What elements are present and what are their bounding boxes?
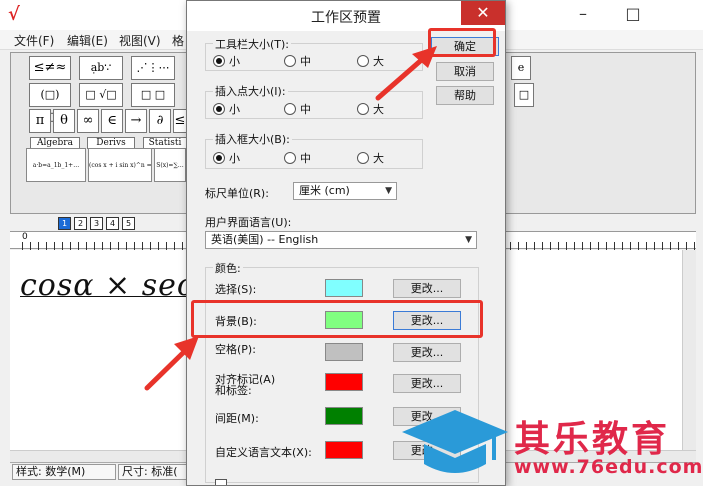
palette-ellipsis-button[interactable]: ⋰⋮⋯ (131, 56, 175, 80)
custom-language-color-label: 自定义语言文本(X): (215, 446, 312, 459)
radio-label: 小 (229, 103, 240, 116)
palette-fractions-button[interactable]: □ √□ (79, 83, 123, 107)
palette-relations-button[interactable]: ≤≠≈ (29, 56, 71, 80)
chevron-down-icon: ▼ (465, 235, 472, 245)
cancel-button[interactable]: 取消 (436, 62, 494, 81)
insert-point-small-radio[interactable]: 小 (213, 101, 240, 117)
ruler-unit-label: 标尺单位(R): (205, 187, 269, 200)
symbol-arrow-button[interactable]: → (125, 109, 147, 133)
insert-point-medium-radio[interactable]: 中 (284, 101, 311, 117)
radio-label: 大 (373, 152, 384, 165)
palette-scripts-button[interactable]: □ □ (131, 83, 175, 107)
vertical-scrollbar[interactable] (682, 250, 696, 450)
tab-size-4-button[interactable]: 4 (106, 217, 119, 230)
insert-point-size-label: 插入点大小(I): (213, 83, 288, 99)
menu-format[interactable]: 格 (172, 32, 184, 49)
alignment-color-label: 对齐标记(A) 和标签: (215, 373, 276, 397)
symbol-partial-button[interactable]: ∂ (149, 109, 171, 133)
alignment-color-swatch (325, 373, 363, 391)
palette-box-button[interactable]: □ (514, 83, 534, 107)
palette-e-button[interactable]: e (511, 56, 531, 80)
insert-box-small-radio[interactable]: 小 (213, 150, 240, 166)
menu-view[interactable]: 视图(V) (119, 32, 161, 49)
palette-fences-button[interactable]: (□) [□] (29, 83, 71, 123)
space-color-change-button[interactable]: 更改... (393, 343, 461, 362)
radio-label: 大 (373, 55, 384, 68)
radio-label: 小 (229, 55, 240, 68)
space-color-label: 空格(P): (215, 343, 256, 356)
radio-dot (357, 55, 369, 67)
background-row-highlight (191, 300, 483, 338)
maximize-icon[interactable]: □ (610, 0, 656, 30)
selection-color-label: 选择(S): (215, 283, 257, 296)
custom-language-color-swatch (325, 441, 363, 459)
ruler-unit-value: 厘米 (cm) (299, 184, 350, 197)
radio-dot (284, 55, 296, 67)
tab-size-1-button[interactable]: 1 (58, 217, 71, 230)
toolbar-size-label: 工具栏大小(T): (213, 36, 292, 52)
space-color-swatch (325, 343, 363, 361)
menu-edit[interactable]: 编辑(E) (67, 32, 108, 49)
chevron-down-icon: ▼ (385, 186, 392, 196)
menu-file[interactable]: 文件(F) (14, 32, 54, 49)
radio-label: 中 (300, 103, 311, 116)
palette-spaces-button[interactable]: ạb∵ (79, 56, 123, 80)
ui-language-value: 英语(美国) -- English (211, 233, 319, 246)
watermark-url: www.76edu.com (514, 456, 703, 478)
tab-size-3-button[interactable]: 3 (90, 217, 103, 230)
radio-label: 中 (300, 55, 311, 68)
tab-size-toolbar: 12345 (58, 217, 138, 231)
radio-dot (284, 152, 296, 164)
template-dot-product[interactable]: a·b=a_1b_1+… (26, 148, 86, 182)
insert-box-large-radio[interactable]: 大 (357, 150, 384, 166)
radio-dot (213, 152, 225, 164)
symbol-element-of-button[interactable]: ∈ (101, 109, 123, 133)
symbol-pi-button[interactable]: π (29, 109, 51, 133)
formula-text[interactable]: cosα × sec (20, 268, 195, 303)
graduation-cap-logo-icon (402, 410, 508, 473)
colors-heading: 颜色: (213, 260, 243, 276)
radio-dot (357, 152, 369, 164)
selection-color-swatch (325, 279, 363, 297)
help-button[interactable]: 帮助 (436, 86, 494, 105)
ok-button-highlight (428, 28, 496, 57)
alignment-color-change-button[interactable]: 更改... (393, 374, 461, 393)
selection-color-change-button[interactable]: 更改... (393, 279, 461, 298)
minimize-icon[interactable]: – (560, 0, 606, 30)
radio-label: 中 (300, 152, 311, 165)
ui-language-label: 用户界面语言(U): (205, 216, 292, 229)
spacing-color-label: 间距(M): (215, 412, 259, 425)
app-logo-icon: √ (8, 4, 20, 25)
status-style: 样式: 数学(M) (12, 464, 116, 480)
toolbar-size-small-radio[interactable]: 小 (213, 53, 240, 69)
dialog-titlebar: 工作区预置 ✕ (187, 1, 505, 31)
radio-label: 大 (373, 103, 384, 116)
radio-dot (284, 103, 296, 115)
ruler-zero-label: 0 (22, 232, 28, 242)
insert-point-large-radio[interactable]: 大 (357, 101, 384, 117)
toolbar-size-medium-radio[interactable]: 中 (284, 53, 311, 69)
toolbar-size-large-radio[interactable]: 大 (357, 53, 384, 69)
spacing-color-swatch (325, 407, 363, 425)
close-icon[interactable]: ✕ (461, 1, 505, 25)
tab-size-2-button[interactable]: 2 (74, 217, 87, 230)
symbol-theta-button[interactable]: θ (53, 109, 75, 133)
symbol-leq-button[interactable]: ≤ (173, 109, 187, 133)
template-de-moivre[interactable]: (cos x + i sin x)^n = cos (88, 148, 152, 182)
radio-dot (357, 103, 369, 115)
radio-label: 小 (229, 152, 240, 165)
radio-dot (213, 103, 225, 115)
ui-language-select[interactable]: 英语(美国) -- English ▼ (205, 231, 477, 249)
template-series[interactable]: S(x)=∑… (154, 148, 186, 182)
radio-dot (213, 55, 225, 67)
bottom-option-checkbox[interactable] (215, 479, 227, 485)
watermark-brand: 其乐教育 (514, 419, 671, 460)
insert-box-size-label: 插入框大小(B): (213, 131, 292, 147)
dialog-title: 工作区预置 (311, 10, 381, 26)
status-size: 尺寸: 标准( (118, 464, 190, 480)
symbol-infinity-button[interactable]: ∞ (77, 109, 99, 133)
ruler-unit-select[interactable]: 厘米 (cm) ▼ (293, 182, 397, 200)
tab-size-5-button[interactable]: 5 (122, 217, 135, 230)
insert-box-medium-radio[interactable]: 中 (284, 150, 311, 166)
